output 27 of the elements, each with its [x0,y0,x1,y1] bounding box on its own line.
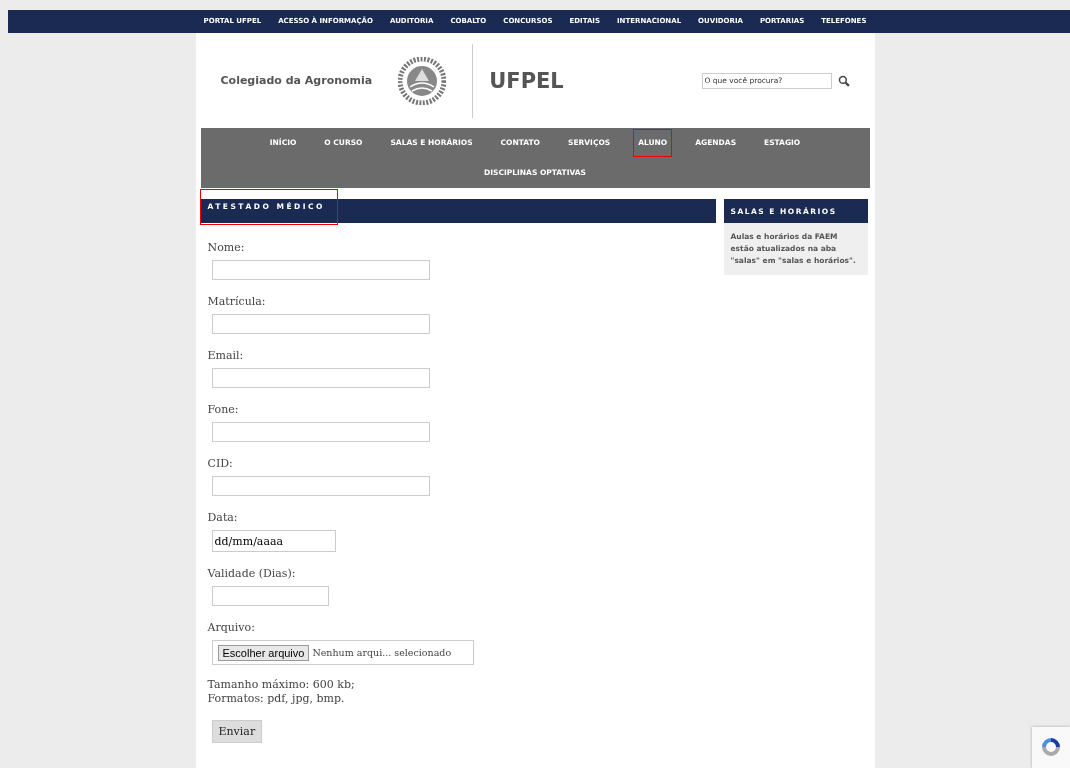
seal-logo [398,56,447,105]
number-field[interactable] [211,586,329,606]
field-label: Nome: [207,241,246,254]
submit-button[interactable]: Enviar [211,720,263,743]
text-field[interactable] [211,314,430,334]
field-label: Data: [207,511,239,524]
recaptcha-icon [1039,735,1063,759]
file-status: Nenhum arqui... selecionado [312,647,452,658]
field-label: Fone: [207,403,240,416]
field-label: CID: [207,457,234,470]
field-label: Matrícula: [207,295,267,308]
file-field[interactable]: Escolher arquivo Nenhum arqui... selecionado [211,640,474,665]
recaptcha-badge[interactable] [1032,727,1070,768]
choose-file-button[interactable]: Escolher arquivo [217,644,310,661]
field-label: Email: [207,349,245,362]
text-field[interactable] [211,422,430,442]
note-text: Formatos: pdf, jpg, bmp. [207,692,346,706]
field-label: Arquivo: [207,621,256,634]
text-field[interactable] [211,260,430,280]
site-title[interactable]: Colegiado da Agronomia [220,74,373,87]
field-label: Validade (Dias): [207,567,297,580]
note-text: Tamanho máximo: 600 kb; [207,678,356,692]
date-field[interactable]: dd/mm/aaaa [211,530,336,552]
brand-name[interactable]: UFPEL [489,68,564,93]
search-icon[interactable] [837,74,850,87]
text-field[interactable] [211,476,430,496]
text-field[interactable] [211,368,430,388]
